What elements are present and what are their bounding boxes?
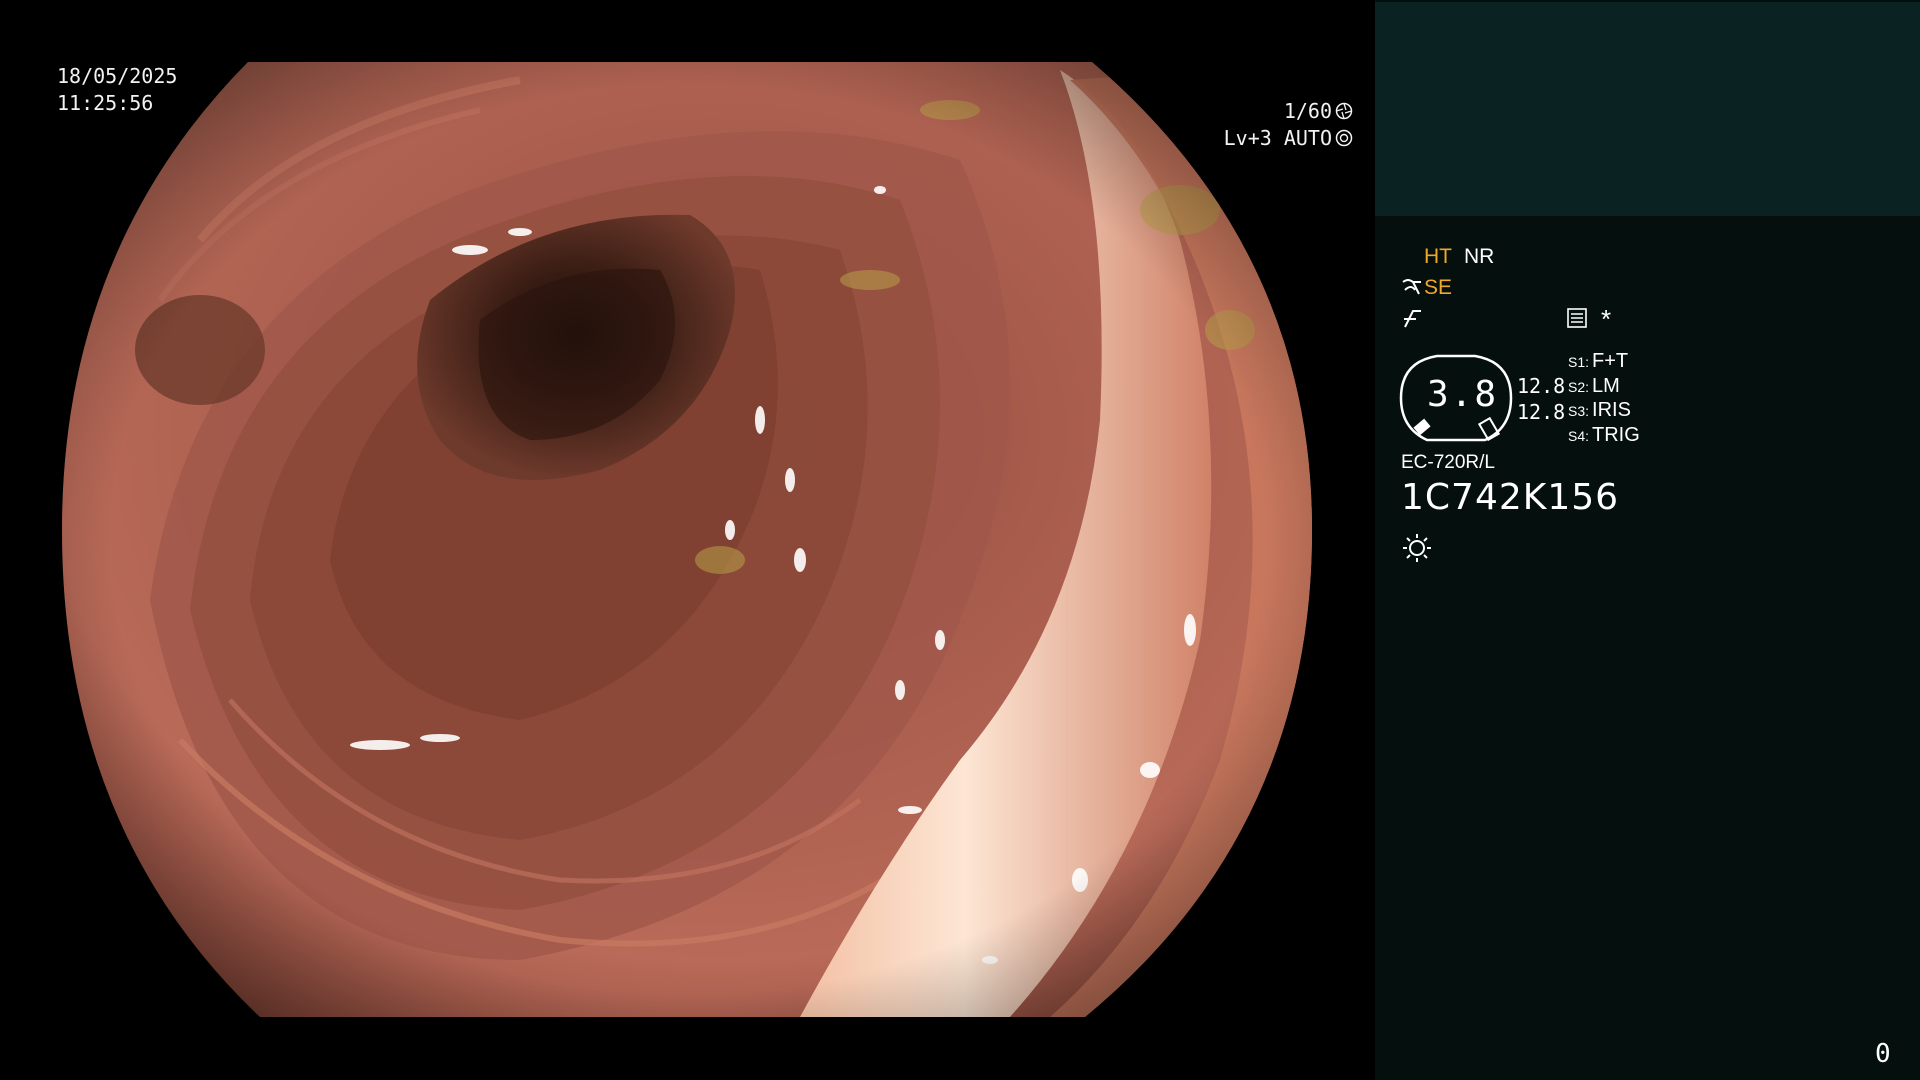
edge-enhancement-icon	[1404, 310, 1421, 328]
exam-datetime: 18/05/2025 11:25:56	[57, 63, 177, 117]
value-a: 12.8	[1517, 374, 1566, 398]
switch-s2: S2: LM	[1568, 374, 1620, 399]
mode-nr: NR	[1464, 245, 1495, 268]
gauge-value: 3.8	[1427, 374, 1499, 415]
switch-s3: S3: IRIS	[1568, 398, 1631, 423]
menu-list-icon	[1567, 308, 1587, 328]
iris-icon	[1335, 129, 1353, 147]
light-source-icon	[1403, 534, 1431, 562]
iris-mode: AUTO	[1283, 126, 1332, 150]
exposure-settings: 1/60 Lv+3 AUTO	[1224, 98, 1353, 152]
scope-serial: 1C742K156	[1401, 477, 1620, 518]
processor-info-panel: HT NR SE * 3.8 12.8 12.8 S1: F+T S2: LM S3…	[1375, 0, 1920, 1080]
endoscopy-monitor-screen: 18/05/2025 11:25:56 1/60 Lv+3 AUTO HT NR…	[0, 0, 1920, 1080]
switch-s1-prefix: S1:	[1568, 354, 1590, 370]
asterisk-mark: *	[1601, 304, 1612, 334]
switch-s4: S4: TRIG	[1568, 423, 1640, 448]
colon-lumen-image	[62, 62, 1312, 1017]
switch-s3-prefix: S3:	[1568, 403, 1590, 419]
brightness-level: Lv+3	[1223, 126, 1272, 150]
shutter-speed: 1/60	[1283, 99, 1332, 123]
shutter-icon	[1335, 102, 1353, 120]
structure-enhancement-icon	[1402, 279, 1421, 295]
shutter-row: 1/60	[1224, 98, 1353, 125]
exam-time: 11:25:56	[57, 91, 154, 115]
endoscope-image-view: 18/05/2025 11:25:56 1/60 Lv+3 AUTO	[0, 0, 1375, 1080]
mode-se: SE	[1424, 276, 1453, 299]
switch-s4-prefix: S4:	[1568, 428, 1590, 444]
scope-model: EC-720R/L	[1401, 452, 1495, 473]
switch-s3-label: IRIS	[1592, 399, 1631, 421]
switch-s4-label: TRIG	[1592, 424, 1640, 446]
image-counter: 0	[1875, 1039, 1891, 1069]
switch-s1: S1: F+T	[1568, 349, 1628, 374]
switch-s2-prefix: S2:	[1568, 379, 1590, 395]
iris-row: Lv+3 AUTO	[1224, 125, 1353, 152]
switch-s1-label: F+T	[1592, 350, 1629, 372]
mode-ht: HT	[1424, 245, 1452, 268]
patient-info-area	[1375, 2, 1920, 216]
switch-s2-label: LM	[1592, 375, 1620, 397]
exam-date: 18/05/2025	[57, 64, 178, 88]
value-b: 12.8	[1517, 400, 1566, 424]
